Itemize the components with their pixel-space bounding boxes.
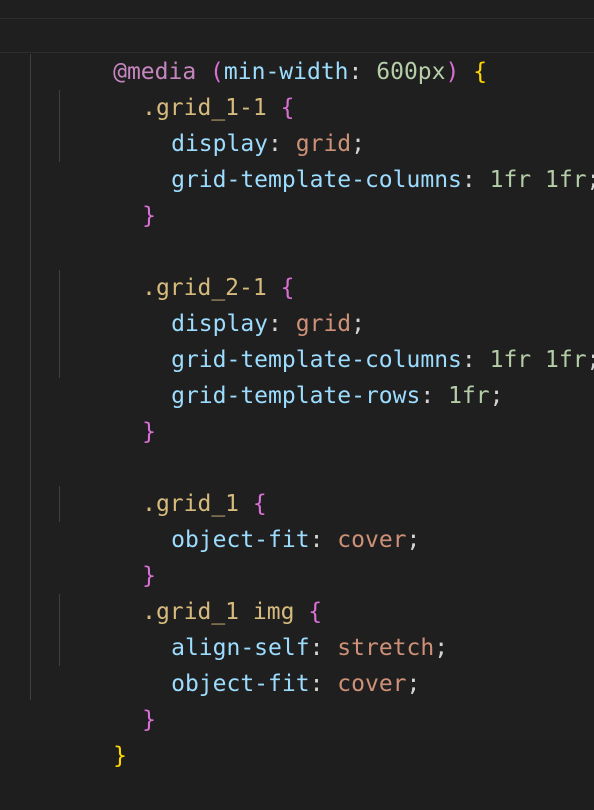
semicolon: ; bbox=[489, 383, 504, 409]
code-line[interactable]: .grid_2-1 { bbox=[59, 234, 294, 301]
colon: : bbox=[461, 167, 476, 193]
code-line[interactable]: .grid_1 img { bbox=[59, 558, 322, 625]
css-value: 1fr bbox=[448, 383, 490, 409]
code-line[interactable]: display: grid; bbox=[88, 270, 365, 337]
semicolon: ; bbox=[406, 671, 421, 697]
code-line[interactable]: } bbox=[59, 666, 156, 733]
css-value: 1fr 1fr bbox=[489, 167, 587, 193]
colon: : bbox=[309, 527, 324, 553]
colon: : bbox=[309, 671, 324, 697]
code-line[interactable]: } bbox=[30, 702, 127, 769]
close-brace: } bbox=[142, 707, 156, 733]
code-line[interactable]: .grid_1-1 { bbox=[59, 54, 294, 121]
code-line[interactable]: .grid_1 { bbox=[59, 450, 267, 517]
code-line[interactable]: display: grid; bbox=[88, 90, 365, 157]
close-paren: ) bbox=[445, 59, 460, 85]
code-line[interactable]: grid-template-columns: 1fr 1fr; bbox=[88, 306, 594, 373]
css-property: object-fit bbox=[171, 671, 310, 697]
code-line[interactable]: object-fit: cover; bbox=[88, 630, 420, 697]
css-value: cover bbox=[337, 671, 407, 697]
semicolon: ; bbox=[587, 347, 594, 373]
semicolon: ; bbox=[587, 167, 594, 193]
colon: : bbox=[420, 383, 435, 409]
colon: : bbox=[348, 59, 363, 85]
code-line[interactable]: } bbox=[59, 522, 156, 589]
code-line[interactable]: object-fit: cover; bbox=[88, 486, 420, 553]
css-property: grid-template-rows bbox=[171, 383, 421, 409]
code-line[interactable]: align-self: stretch; bbox=[88, 594, 448, 661]
indent-guide bbox=[30, 54, 31, 700]
close-brace: } bbox=[142, 203, 156, 229]
close-brace: } bbox=[113, 743, 127, 769]
code-line[interactable]: @media (min-width: 600px) { bbox=[30, 18, 487, 85]
code-line[interactable]: grid-template-rows: 1fr; bbox=[88, 342, 503, 409]
code-line[interactable]: } bbox=[59, 162, 156, 229]
open-brace: { bbox=[473, 59, 488, 85]
code-line[interactable]: grid-template-columns: 1fr 1fr; bbox=[88, 126, 594, 193]
code-editor[interactable]: @media (min-width: 600px) { .grid_1-1 { … bbox=[0, 0, 594, 769]
semicolon: ; bbox=[434, 635, 449, 661]
close-brace: } bbox=[142, 419, 156, 445]
css-property: object-fit bbox=[171, 527, 310, 553]
code-line[interactable]: } bbox=[59, 378, 156, 445]
semicolon: ; bbox=[406, 527, 421, 553]
css-value: cover bbox=[337, 527, 407, 553]
css-property: grid-template-columns bbox=[171, 167, 462, 193]
number-value: 600px bbox=[376, 59, 446, 85]
css-value: 1fr 1fr bbox=[489, 347, 587, 373]
